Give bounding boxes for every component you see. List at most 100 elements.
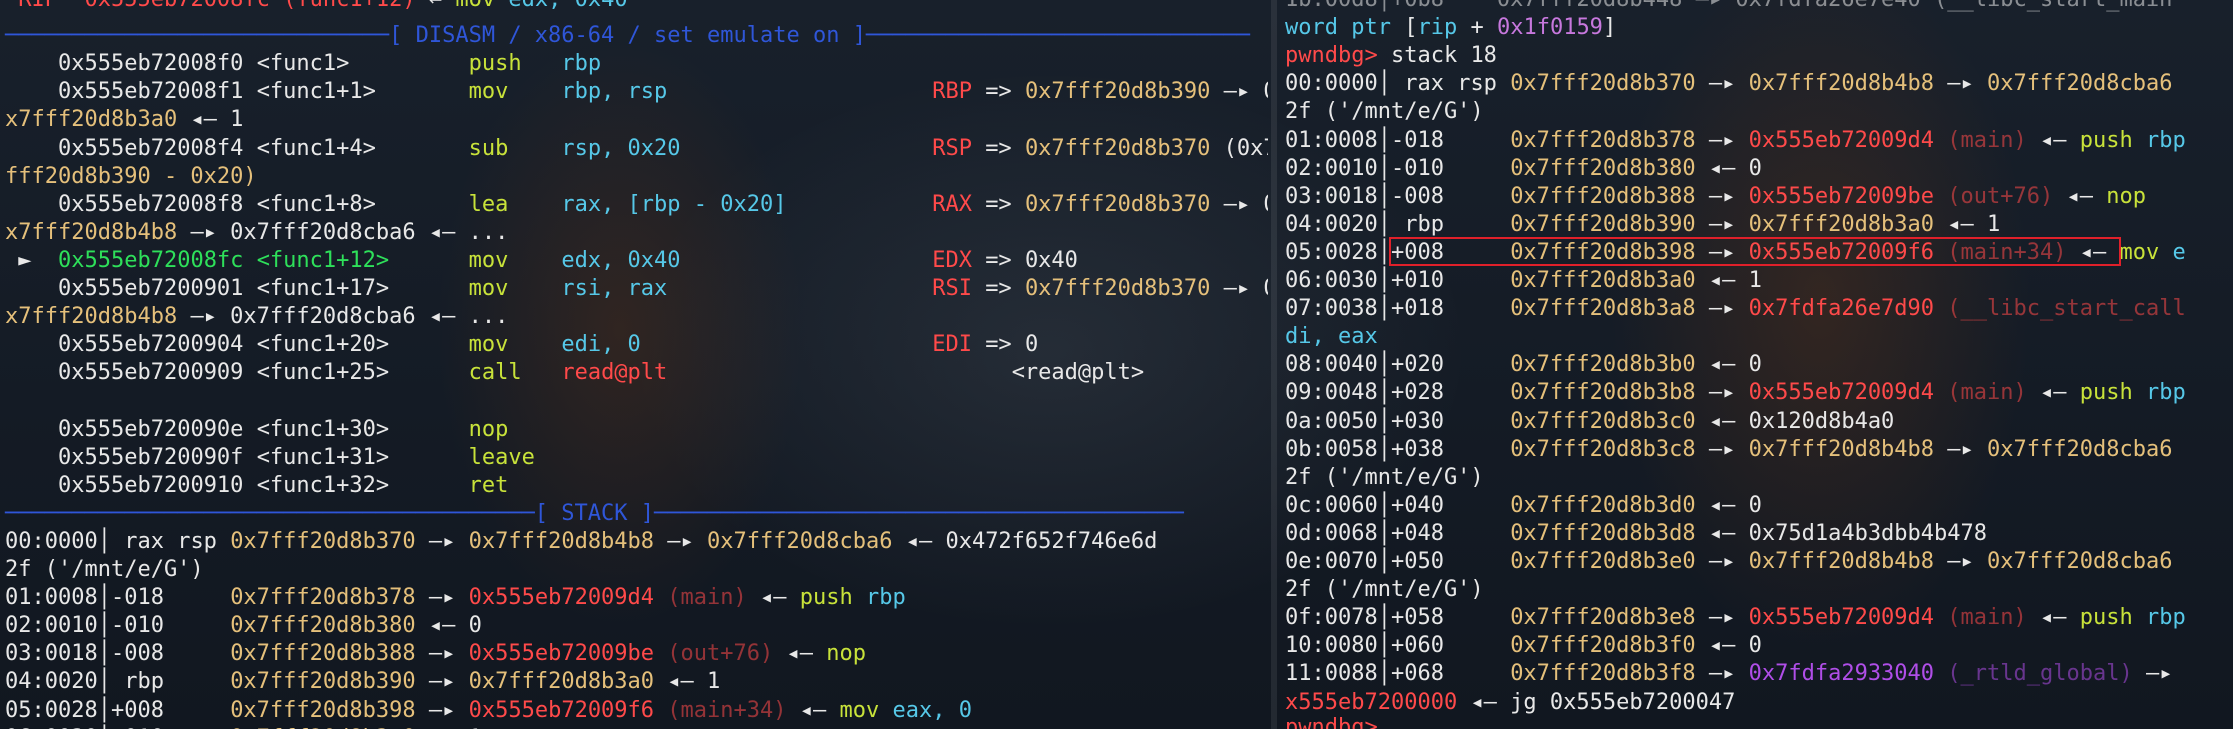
- instruction-address: 0x555eb72008f1: [44, 79, 244, 104]
- stack-operands: rbp: [2146, 605, 2186, 630]
- instruction-address: 0x555eb7200909: [44, 360, 244, 385]
- register-value: 0: [1024, 332, 1039, 357]
- instruction-operands: [561, 417, 932, 442]
- stack-arrow: —▸: [1695, 184, 1749, 209]
- stack-separator: │: [1377, 296, 1391, 321]
- stack-row: 0a:0050│+030 0x7fff20d8b3c0 ◂— 0x120d8b4…: [1285, 408, 1894, 436]
- stack-arrow: ◂—: [1934, 212, 1988, 237]
- stack-pointer-value: 1: [707, 669, 721, 694]
- register-name: EDX: [932, 248, 986, 273]
- rip-line: *RIP 0x555eb72008fc (func1+12) ← mov edx…: [5, 0, 628, 14]
- register-arrow: =>: [985, 136, 1025, 161]
- instruction-address: 0x555eb72008f0: [44, 51, 244, 76]
- stack-instruction: mov: [839, 698, 880, 723]
- stack-arrow: ◂—: [1695, 268, 1749, 293]
- wrapped-string: 2f ('/mnt/e/G'): [1285, 99, 1484, 124]
- stack-arrow: —▸: [1695, 549, 1749, 574]
- stack-row: 04:0020│ rbp 0x7fff20d8b390 —▸ 0x7fff20d…: [1285, 211, 2000, 239]
- register-arrow: =>: [985, 276, 1025, 301]
- stack-arrow: ◂—: [2053, 184, 2107, 209]
- stack-index: 04:0020: [5, 669, 98, 694]
- stack-index: 08:0040: [1285, 352, 1378, 377]
- instruction-symbol: <func1+20>: [256, 332, 469, 357]
- stack-row: 10:0080│+060 0x7fff20d8b3f0 ◂— 0: [1285, 632, 1762, 660]
- stack-instruction: push: [2079, 380, 2133, 405]
- stack-address: 0x7fff20d8b390: [230, 669, 416, 694]
- stack-pointer-value: 0x7fff20d8b4b8: [1748, 71, 1935, 96]
- rip-label: *RIP: [5, 0, 58, 12]
- register-name: RSP: [932, 136, 986, 161]
- stack-separator: │: [1377, 71, 1391, 96]
- stack-offset: +020: [1390, 352, 1511, 377]
- wrapped-string: 2f ('/mnt/e/G'): [1285, 465, 1484, 490]
- stack-address: 0x7fff20d8b3d0: [1510, 493, 1696, 518]
- right-terminal-pane[interactable]: 1b:00d8│+0b8 0x7fff20d8b448 —▸ 0x7fdfa26…: [1280, 0, 2233, 729]
- stack-instruction: nop: [826, 641, 866, 666]
- stack-address: 0x7fff20d8b398: [230, 698, 416, 723]
- register-tail: —▸ 0: [1223, 192, 1268, 217]
- stack-address: 0x7fff20d8b3c8: [1510, 437, 1696, 462]
- rip-operands: edx, 0x40: [508, 0, 627, 12]
- stack-arrow: —▸: [1695, 605, 1749, 630]
- current-instruction-marker: [5, 136, 45, 161]
- stack-arrow: —▸: [1695, 437, 1749, 462]
- call-target: read@plt: [561, 360, 933, 385]
- pwndbg-prompt-bottom: pwndbg>: [1285, 715, 1378, 729]
- stack-address: 0x7fff20d8b388: [1510, 184, 1696, 209]
- stack-index: 07:0038: [1285, 296, 1378, 321]
- stack-arrow: ◂—: [415, 613, 469, 638]
- stack-address: 0x7fff20d8b3e8: [1510, 605, 1696, 630]
- current-instruction-marker: [5, 360, 45, 385]
- stack-separator: │: [1377, 409, 1391, 434]
- stack-pointer-value: 0x555eb72009f6: [468, 698, 655, 723]
- register-name: RBP: [932, 79, 986, 104]
- current-instruction-marker: [5, 51, 45, 76]
- stack-arrow: —▸: [2132, 661, 2186, 686]
- stack-arrow: ◂—: [2026, 128, 2080, 153]
- stack-arrow: —▸: [1695, 212, 1749, 237]
- stack-offset: +010: [1390, 268, 1511, 293]
- stack-address: 0x7fff20d8b3e0: [1510, 549, 1696, 574]
- register-value: 0x7fff20d8b370: [1024, 192, 1211, 217]
- instruction-symbol: <func1+8>: [256, 192, 469, 217]
- instruction-operands: rbp: [561, 51, 933, 76]
- pane-divider[interactable]: [1271, 0, 1277, 729]
- wrapped-string: di, eax: [1285, 324, 1378, 349]
- stack-address: 0x7fff20d8b370: [230, 529, 416, 554]
- stack-index: 06:0030: [1285, 268, 1378, 293]
- stack-separator: │: [1377, 437, 1391, 462]
- stack-instruction: push: [2079, 128, 2133, 153]
- stack-offset: -008: [110, 641, 231, 666]
- wrapped-value: x7fff20d8b4b8: [5, 304, 178, 329]
- wrapped-tail: —▸ 0x7fff20d8cba6 ◂— ...: [190, 220, 509, 245]
- stack-separator: │: [97, 698, 111, 723]
- stack-pointer-value: 0: [1748, 493, 1762, 518]
- left-terminal-pane[interactable]: *RIP 0x555eb72008fc (func1+12) ← mov edx…: [0, 0, 1268, 729]
- instruction-mnemonic: mov: [468, 248, 562, 273]
- stack-separator: │: [1377, 521, 1391, 546]
- stack-index: 0f:0078: [1285, 605, 1378, 630]
- wrapped-address: x555eb7200000: [1285, 690, 1458, 715]
- stack-index: 09:0048: [1285, 380, 1378, 405]
- stack-arrow: ◂—: [1695, 633, 1749, 658]
- wrapped-tail: ◂— jg 0x555eb7200047: [1470, 690, 1736, 715]
- stack-index: 05:0028: [1285, 240, 1378, 265]
- stack-pointer-value: 0x7fff20d8b3a0: [468, 669, 655, 694]
- stack-address: 0x7fff20d8b390: [1510, 212, 1696, 237]
- register-tail: (0x7: [1223, 136, 1268, 161]
- stack-pointer-value: 0x7fdfa2933040: [1748, 661, 1935, 686]
- stack-arrow: ◂—: [786, 698, 840, 723]
- stack-symbol: (main+34): [667, 698, 787, 723]
- stack-wrap-line: 2f ('/mnt/e/G'): [5, 556, 204, 584]
